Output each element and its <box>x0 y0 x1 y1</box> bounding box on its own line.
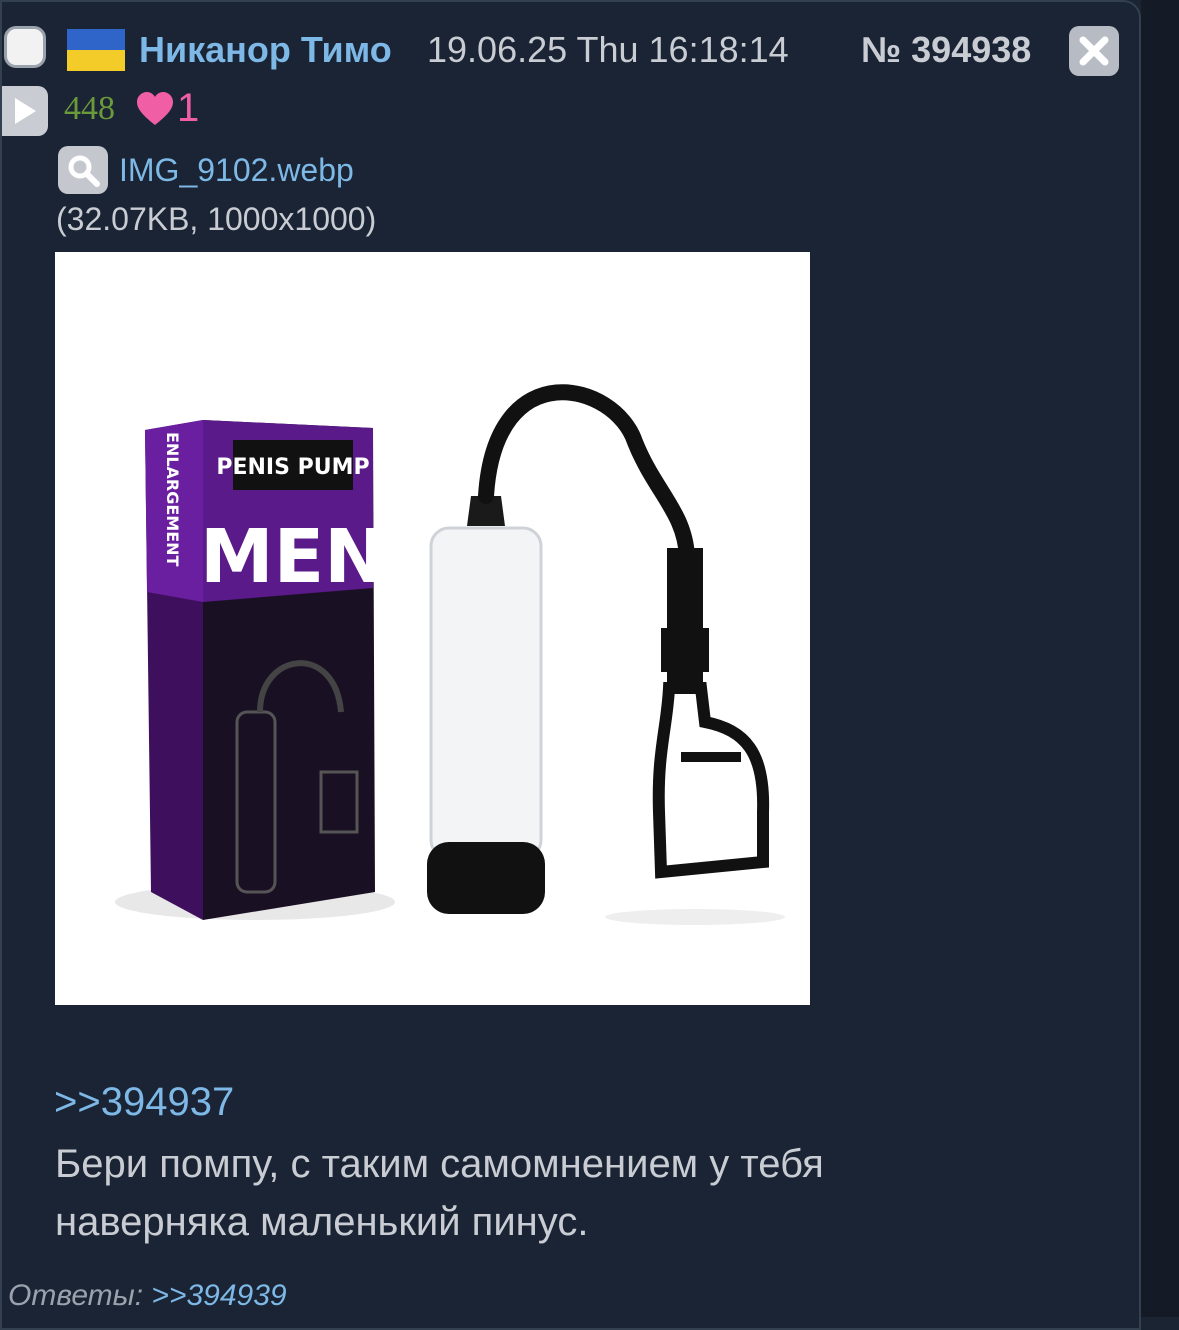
post-message: Бери помпу, с таким самомнением у тебя н… <box>55 1142 824 1244</box>
reply-quote-link[interactable]: >>394937 <box>54 1080 234 1125</box>
file-info: (32.07KB, 1000x1000) <box>56 201 377 237</box>
like-button[interactable]: 1 <box>135 86 199 131</box>
file-name-link[interactable]: IMG_9102.webp <box>119 152 354 189</box>
replies-label: Ответы: <box>8 1279 144 1312</box>
like-count: 1 <box>177 86 200 130</box>
close-icon[interactable] <box>1069 26 1119 76</box>
flag-icon <box>67 29 125 71</box>
view-count: 448 <box>64 90 115 127</box>
post-image[interactable]: PENIS PUMP MEN ENLARGEMENT <box>55 252 810 1005</box>
post-number[interactable]: № 394938 <box>861 29 1031 71</box>
page-background <box>1141 0 1179 1317</box>
search-icon[interactable] <box>58 146 108 194</box>
author-name[interactable]: Никанор Тимо <box>139 29 392 71</box>
replies-section: Ответы: >>394939 <box>8 1279 287 1313</box>
box-headline-text: MEN <box>200 514 386 600</box>
post-date: 19.06.25 Thu 16:18:14 <box>427 29 789 70</box>
play-icon[interactable] <box>2 86 48 136</box>
box-side-text: ENLARGEMENT <box>163 432 182 567</box>
box-logo-text: PENIS PUMP <box>216 455 369 480</box>
select-checkbox[interactable] <box>4 26 46 68</box>
heart-icon <box>137 91 173 125</box>
reply-backlink[interactable]: >>394939 <box>151 1279 286 1312</box>
post-container: Никанор Тимо 19.06.25 Thu 16:18:14 № 394… <box>0 0 1141 1330</box>
